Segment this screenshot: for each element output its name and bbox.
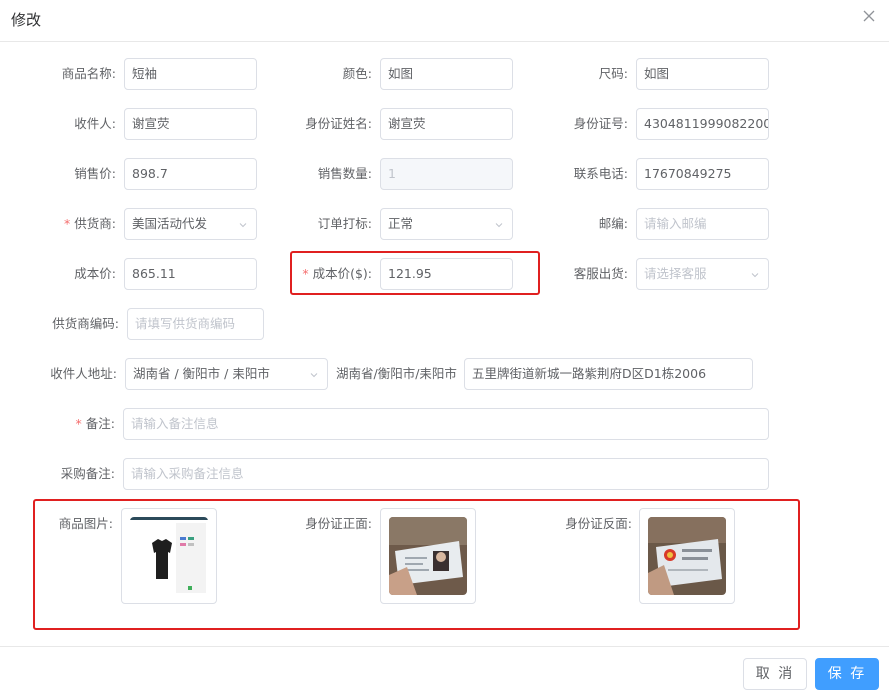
close-icon[interactable]	[861, 8, 877, 24]
cost-price-label: 成本价:	[74, 266, 116, 281]
cost-price-input[interactable]: 865.11	[124, 258, 257, 290]
id-number-input[interactable]: 430481199908220048	[636, 108, 769, 140]
product-image-label: 商品图片:	[58, 516, 113, 531]
dialog-footer: 取 消 保 存	[0, 646, 889, 697]
required-mark: *	[302, 266, 309, 281]
id-name-label: 身份证姓名:	[305, 116, 372, 131]
supplier-code-input[interactable]: 请填写供货商编码	[127, 308, 264, 340]
supplier-select[interactable]: 美国活动代发	[124, 208, 257, 240]
chevron-down-icon	[310, 373, 318, 378]
id-number-label: 身份证号:	[573, 116, 628, 131]
region-text: 湖南省/衡阳市/耒阳市	[336, 366, 457, 381]
chevron-down-icon	[751, 273, 759, 278]
product-name-input[interactable]: 短袖	[124, 58, 257, 90]
remark-label: * 备注:	[20, 408, 115, 440]
region-cascader[interactable]: 湖南省 / 衡阳市 / 耒阳市	[125, 358, 328, 390]
id-back-label: 身份证反面:	[565, 516, 632, 531]
order-tag-label: 订单打标:	[317, 216, 372, 231]
product-name-label: 商品名称:	[61, 66, 116, 81]
required-mark: *	[75, 416, 82, 431]
dialog-header: 修改	[0, 0, 889, 42]
supplier-label: * 供货商:	[20, 208, 116, 240]
purchase-remark-input[interactable]: 请输入采购备注信息	[123, 458, 769, 490]
sale-price-label: 销售价:	[74, 166, 116, 181]
color-input[interactable]: 如图	[380, 58, 513, 90]
recipient-input[interactable]: 谢宣荧	[124, 108, 257, 140]
remark-label-text: 备注:	[85, 416, 115, 431]
id-front-upload[interactable]	[380, 508, 476, 604]
size-input[interactable]: 如图	[636, 58, 769, 90]
edit-dialog: 修改 商品名称: 短袖 颜色: 如图 尺码: 如图 收件人: 谢宣荧 身份证姓名…	[0, 0, 889, 697]
dialog-title: 修改	[11, 11, 42, 29]
product-image-thumbnail	[130, 517, 208, 595]
chevron-down-icon	[239, 223, 247, 228]
region-value: 湖南省 / 衡阳市 / 耒阳市	[133, 366, 270, 381]
chevron-down-icon	[495, 223, 503, 228]
color-label: 颜色:	[342, 66, 372, 81]
product-image-upload[interactable]	[121, 508, 217, 604]
remark-input[interactable]: 请输入备注信息	[123, 408, 769, 440]
save-button[interactable]: 保 存	[815, 658, 879, 690]
recipient-label: 收件人:	[74, 116, 116, 131]
zipcode-input[interactable]: 请输入邮编	[636, 208, 769, 240]
phone-label: 联系电话:	[573, 166, 628, 181]
purchase-remark-label: 采购备注:	[60, 466, 115, 481]
cost-price-usd-label: * 成本价($):	[276, 258, 372, 290]
supplier-label-text: 供货商:	[74, 216, 116, 231]
cost-price-usd-label-text: 成本价($):	[312, 266, 372, 281]
id-front-label: 身份证正面:	[305, 516, 372, 531]
supplier-code-label: 供货商编码:	[52, 316, 119, 331]
id-back-thumbnail	[648, 517, 726, 595]
id-back-upload[interactable]	[639, 508, 735, 604]
zipcode-label: 邮编:	[598, 216, 628, 231]
id-name-input[interactable]: 谢宣荧	[380, 108, 513, 140]
address-label: 收件人地址:	[50, 366, 117, 381]
required-mark: *	[64, 216, 71, 231]
cs-ship-label: 客服出货:	[573, 266, 628, 281]
phone-input[interactable]: 17670849275	[636, 158, 769, 190]
sale-qty-input: 1	[380, 158, 513, 190]
cancel-button[interactable]: 取 消	[743, 658, 807, 690]
cs-ship-select[interactable]: 请选择客服	[636, 258, 769, 290]
cost-price-usd-input[interactable]: 121.95	[380, 258, 513, 290]
sale-qty-label: 销售数量:	[317, 166, 372, 181]
supplier-value: 美国活动代发	[132, 216, 208, 231]
cs-ship-placeholder: 请选择客服	[644, 266, 707, 281]
order-tag-select[interactable]: 正常	[380, 208, 513, 240]
address-detail-input[interactable]: 五里牌街道新城一路紫荆府D区D1栋2006	[464, 358, 753, 390]
order-tag-value: 正常	[388, 216, 414, 231]
sale-price-input[interactable]: 898.7	[124, 158, 257, 190]
size-label: 尺码:	[598, 66, 628, 81]
id-front-thumbnail	[389, 517, 467, 595]
